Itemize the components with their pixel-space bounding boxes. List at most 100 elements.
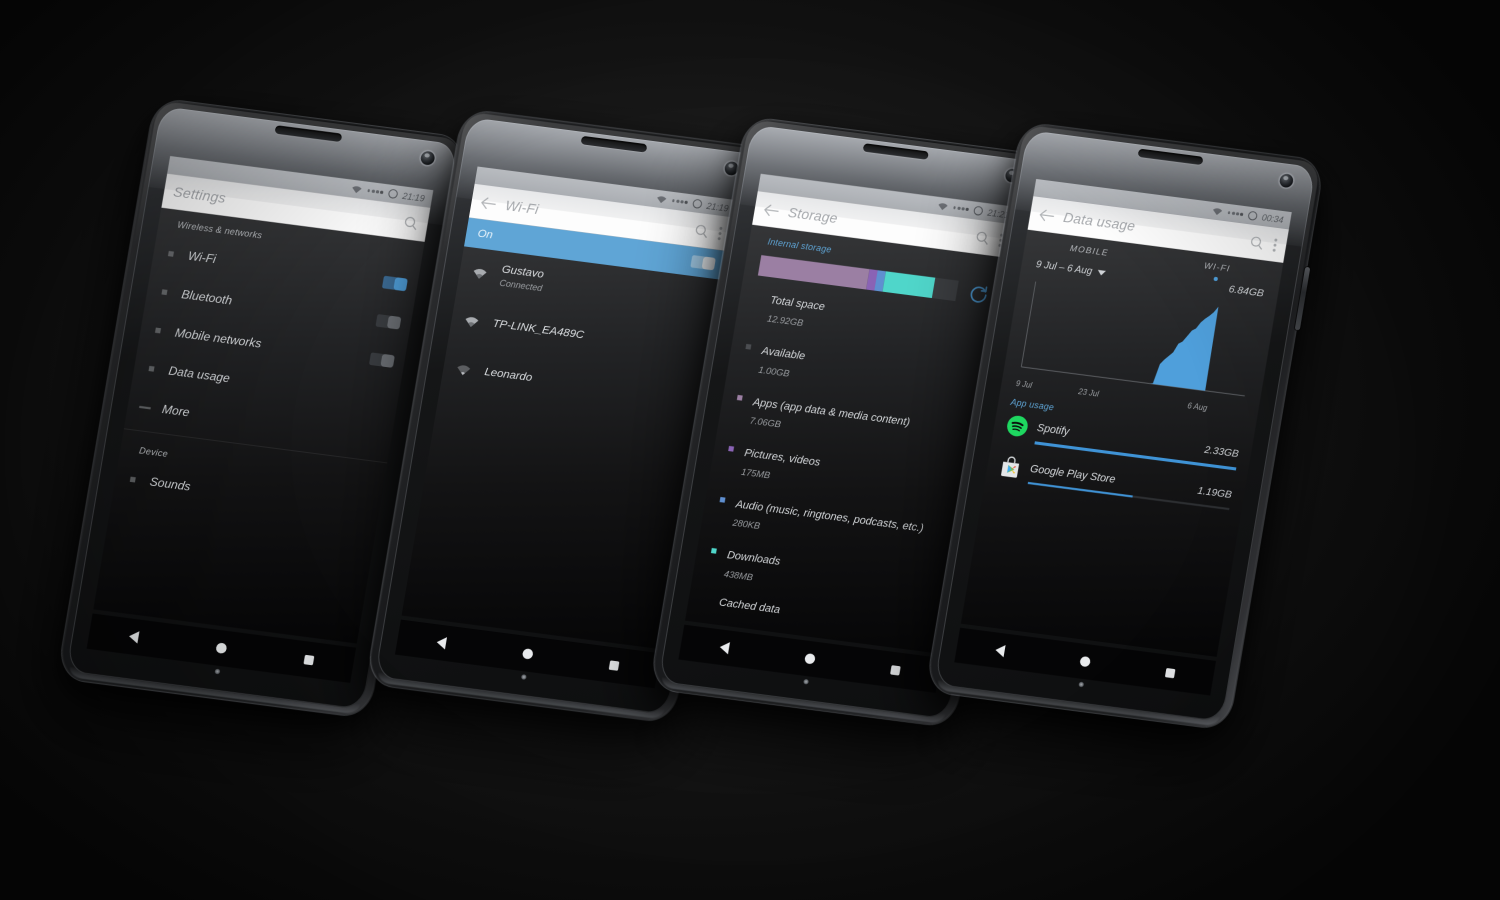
storage-item-value: 12.92GB	[766, 313, 805, 329]
storage-item-label: Downloads	[726, 549, 782, 569]
front-camera-icon	[1278, 173, 1295, 189]
play-store-icon	[1001, 455, 1020, 478]
chart-area-series	[1021, 306, 1219, 391]
storage-item-value: 175MB	[740, 466, 772, 481]
settings-row-label: Wi-Fi	[187, 249, 217, 266]
back-icon[interactable]	[718, 640, 730, 655]
status-time: 21:19	[705, 199, 730, 214]
sounds-item-icon	[129, 476, 136, 483]
wifi-icon	[352, 186, 362, 194]
settings-row-label: Bluetooth	[180, 288, 234, 308]
data-usage-item-icon	[148, 365, 155, 372]
signal-dots-icon	[671, 199, 688, 204]
signal-dots-icon	[953, 206, 969, 211]
wifi-icon	[938, 203, 948, 211]
back-arrow-icon[interactable]	[763, 203, 780, 217]
wifi-item-icon	[167, 250, 174, 257]
bullet-icon	[754, 293, 760, 299]
app-value: 1.19GB	[1196, 484, 1233, 501]
recents-icon[interactable]	[303, 654, 315, 665]
earpiece-icon	[274, 125, 343, 143]
storage-item-value: 438MB	[723, 568, 754, 583]
home-icon[interactable]	[215, 642, 228, 655]
back-icon[interactable]	[994, 643, 1006, 658]
settings-row-label: Sounds	[148, 475, 192, 494]
more-dots-icon	[139, 405, 151, 409]
tab-label: MOBILE	[1069, 242, 1110, 258]
wifi-toggle[interactable]	[381, 275, 408, 291]
tab-active-indicator	[1212, 276, 1218, 282]
earpiece-icon	[580, 135, 648, 153]
search-icon[interactable]	[974, 229, 991, 245]
overflow-menu-icon[interactable]	[1272, 237, 1278, 252]
back-icon[interactable]	[435, 635, 447, 650]
front-camera-icon	[419, 150, 436, 166]
search-icon[interactable]	[1249, 234, 1266, 250]
chart-y-axis	[1020, 281, 1037, 367]
wifi-ssid: TP-LINK_EA489C	[491, 316, 586, 342]
settings-row-label: More	[161, 403, 191, 420]
storage-item-value: 7.06GB	[749, 415, 782, 430]
bullet-icon	[719, 496, 726, 503]
wifi-master-toggle[interactable]	[690, 255, 716, 271]
storage-item-label: Pictures, videos	[743, 447, 822, 470]
wifi-weak-icon	[457, 364, 471, 375]
signal-dots-icon	[367, 189, 384, 194]
wifi-icon	[657, 196, 667, 204]
back-arrow-icon[interactable]	[1038, 208, 1055, 222]
recents-icon[interactable]	[1165, 667, 1176, 678]
notification-led-icon	[803, 678, 810, 685]
tab-label: WI-FI	[1203, 259, 1232, 274]
storage-item-label: Cached data	[718, 596, 782, 617]
spotify-icon	[1007, 415, 1028, 437]
bullet-icon	[728, 445, 735, 452]
chart-tick-label: 6 Aug	[1186, 401, 1209, 413]
search-icon[interactable]	[403, 214, 420, 230]
notification-led-icon	[1078, 681, 1085, 688]
status-time: 21:19	[401, 189, 426, 204]
storage-seg-free	[931, 277, 959, 302]
screen-data-usage: 00:34 Data usage MOBILE WI-FI 9 Jul – 6 …	[960, 178, 1292, 657]
settings-row-label: Data usage	[167, 364, 231, 386]
screen-settings: 21:19 Settings Wireless & networks Wi-Fi	[93, 155, 434, 644]
home-icon[interactable]	[804, 652, 816, 665]
wifi-ssid: Leonardo	[483, 365, 534, 384]
search-icon[interactable]	[693, 222, 710, 238]
wifi-master-switch-label: On	[476, 227, 494, 242]
chart-tick-label: 9 Jul	[1015, 378, 1033, 390]
storage-item-value: 1.00GB	[757, 364, 791, 379]
battery-circle-icon	[972, 205, 984, 216]
storage-item-value: 280KB	[731, 517, 761, 532]
home-icon[interactable]	[1079, 655, 1092, 668]
mobile-networks-toggle[interactable]	[369, 351, 395, 368]
battery-circle-icon	[691, 198, 703, 209]
bullet-icon	[736, 394, 743, 401]
wifi-full-icon	[465, 316, 479, 327]
bluetooth-item-icon	[161, 289, 168, 296]
signal-dots-icon	[1227, 211, 1244, 216]
storage-item-label: Available	[760, 344, 807, 363]
overflow-menu-icon[interactable]	[717, 226, 724, 241]
app-value: 2.33GB	[1203, 444, 1240, 461]
status-time: 00:34	[1261, 211, 1285, 225]
chevron-down-icon	[1096, 269, 1106, 276]
earpiece-icon	[1137, 148, 1204, 166]
refresh-icon[interactable]	[968, 283, 991, 305]
recents-icon[interactable]	[609, 659, 620, 671]
bullet-icon	[745, 343, 752, 350]
recents-icon[interactable]	[890, 664, 902, 676]
back-arrow-icon[interactable]	[480, 196, 497, 210]
wifi-icon	[1212, 208, 1222, 216]
home-icon[interactable]	[521, 648, 534, 660]
earpiece-icon	[862, 143, 929, 160]
mobile-networks-item-icon	[154, 327, 162, 334]
battery-circle-icon	[1247, 210, 1258, 221]
bluetooth-toggle[interactable]	[375, 313, 402, 330]
notification-led-icon	[214, 668, 221, 675]
bullet-icon	[702, 599, 708, 605]
battery-circle-icon	[387, 188, 399, 200]
storage-item-label: Total space	[769, 293, 826, 314]
wifi-full-icon	[473, 268, 487, 279]
back-icon[interactable]	[127, 629, 140, 644]
scene-background: 21:19 Settings Wireless & networks Wi-Fi	[0, 0, 1500, 900]
